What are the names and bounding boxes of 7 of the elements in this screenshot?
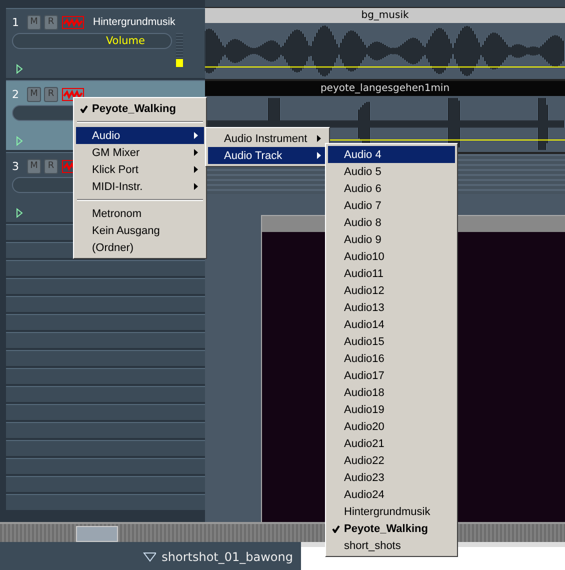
track-number: 3 [12,160,20,172]
folder-name: shortshot_01_bawong [162,550,293,564]
clip-title-bar: peyote_langesgehen1min [205,81,565,96]
track-name: Hintergrundmusik [93,16,176,28]
track-number: 1 [12,16,20,28]
clip-title-bar: bg_musik [205,8,565,23]
track-number: 2 [12,88,20,100]
